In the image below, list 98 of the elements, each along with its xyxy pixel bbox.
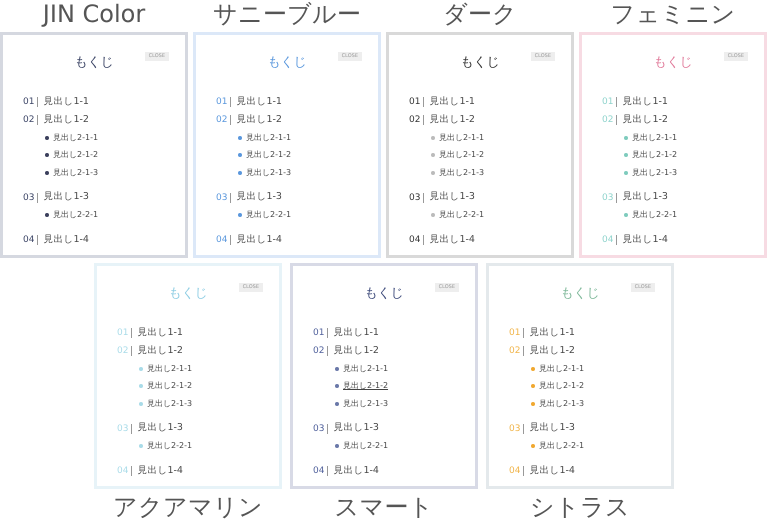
- section-number: 03: [216, 192, 232, 202]
- toc-heading: もくじ: [654, 54, 692, 72]
- toc-link[interactable]: 見出し2-1-3: [439, 166, 484, 179]
- toc-link[interactable]: 見出し1-2: [529, 344, 575, 358]
- toc-heading: もくじ: [74, 54, 114, 72]
- section-number: 02: [602, 115, 618, 125]
- toc-link[interactable]: 見出し1-2: [137, 344, 183, 358]
- toc-link[interactable]: 見出し1-1: [236, 94, 282, 110]
- toc-link[interactable]: 見出し2-1-1: [439, 132, 484, 144]
- toc-link[interactable]: 見出し1-2: [236, 112, 282, 128]
- section-number: 02: [409, 115, 424, 125]
- toc-link[interactable]: 見出し1-1: [43, 94, 89, 110]
- toc-link[interactable]: 見出し2-2-1: [147, 440, 192, 452]
- toc-link[interactable]: 見出し2-1-3: [343, 398, 388, 410]
- toc-link[interactable]: 見出し1-4: [333, 464, 379, 478]
- toc-link[interactable]: 見出し2-2-1: [246, 209, 292, 222]
- toc-link[interactable]: 見出し1-3: [333, 421, 379, 436]
- toc-link[interactable]: 見出し1-2: [429, 112, 475, 128]
- section-number: 01: [409, 97, 424, 107]
- toc-link[interactable]: 見出し2-1-2: [246, 149, 292, 162]
- toc-link[interactable]: 見出し2-2-1: [632, 209, 678, 222]
- section-number: 01: [509, 328, 524, 338]
- toc-link[interactable]: 見出し1-3: [43, 190, 89, 205]
- toc-link[interactable]: 見出し1-3: [236, 190, 282, 205]
- toc-link[interactable]: 見出し2-1-1: [343, 362, 388, 375]
- toc-link[interactable]: 見出し1-4: [137, 464, 183, 478]
- toc-heading: もくじ: [560, 285, 600, 304]
- toc-link[interactable]: 見出し1-3: [529, 421, 575, 436]
- toc-heading: もくじ: [364, 285, 404, 304]
- toc-link[interactable]: 見出し1-1: [333, 326, 379, 340]
- section-number: 04: [602, 235, 618, 245]
- section-number: 01: [23, 97, 38, 107]
- theme-name: アクアマリン: [113, 493, 263, 521]
- toc-link[interactable]: 見出し1-3: [622, 190, 668, 205]
- toc-link[interactable]: 見出し1-4: [236, 232, 282, 248]
- section-number: 02: [313, 346, 328, 356]
- theme-name: シトラス: [530, 493, 630, 521]
- toc-link[interactable]: 見出し2-1-1: [53, 132, 98, 144]
- theme-name: サニーブルー: [213, 0, 361, 28]
- section-number: 04: [509, 466, 524, 476]
- toc-link[interactable]: 見出し2-1-2: [632, 149, 678, 162]
- toc-link[interactable]: 見出し1-1: [529, 326, 575, 340]
- theme-name: スマート: [334, 493, 434, 521]
- theme-name: フェミニン: [610, 0, 736, 28]
- toc-link[interactable]: 見出し2-2-1: [439, 209, 484, 222]
- toc-link[interactable]: 見出し2-2-1: [343, 440, 388, 452]
- toc-link[interactable]: 見出し2-1-2: [147, 380, 192, 392]
- section-number: 03: [23, 192, 38, 202]
- section-number: 03: [313, 424, 328, 434]
- toc-link[interactable]: 見出し2-1-2: [439, 149, 484, 162]
- section-number: 01: [602, 97, 618, 107]
- toc-heading: もくじ: [268, 54, 306, 72]
- toc-link[interactable]: 見出し2-1-3: [246, 166, 292, 179]
- theme-name: JIN Color: [42, 0, 146, 28]
- section-number: 03: [409, 192, 424, 202]
- section-number: 03: [602, 192, 618, 202]
- toc-heading: もくじ: [460, 54, 500, 72]
- toc-link[interactable]: 見出し2-1-2: [343, 380, 388, 392]
- section-number: 02: [509, 346, 524, 356]
- toc-link[interactable]: 見出し1-1: [429, 94, 475, 110]
- theme-name: ダーク: [443, 0, 517, 28]
- toc-link[interactable]: 見出し2-1-3: [539, 398, 584, 410]
- toc-link[interactable]: 見出し1-2: [333, 344, 379, 358]
- toc-link[interactable]: 見出し1-4: [429, 232, 475, 248]
- toc-link[interactable]: 見出し1-2: [43, 112, 89, 128]
- toc-link[interactable]: 見出し2-1-2: [53, 149, 98, 162]
- section-number: 03: [509, 424, 524, 434]
- section-number: 02: [216, 115, 232, 125]
- section-number: 01: [313, 328, 328, 338]
- toc-link[interactable]: 見出し2-1-3: [632, 166, 678, 179]
- toc-link[interactable]: 見出し1-4: [43, 232, 89, 248]
- toc-link[interactable]: 見出し2-2-1: [539, 440, 584, 452]
- toc-link[interactable]: 見出し1-4: [529, 464, 575, 478]
- toc-link[interactable]: 見出し1-2: [622, 112, 668, 128]
- section-number: 02: [117, 346, 132, 356]
- section-number: 01: [117, 328, 132, 338]
- section-number: 04: [313, 466, 328, 476]
- toc-link[interactable]: 見出し2-2-1: [53, 209, 98, 222]
- section-number: 04: [409, 235, 424, 245]
- toc-link[interactable]: 見出し2-1-1: [147, 362, 192, 375]
- section-number: 03: [117, 424, 132, 434]
- toc-link[interactable]: 見出し2-1-3: [147, 398, 192, 410]
- toc-link[interactable]: 見出し1-1: [137, 326, 183, 340]
- toc-link[interactable]: 見出し1-3: [429, 190, 475, 205]
- toc-link[interactable]: 見出し2-1-2: [539, 380, 584, 392]
- toc-link[interactable]: 見出し2-1-1: [632, 132, 678, 144]
- toc-link[interactable]: 見出し1-4: [622, 232, 668, 248]
- toc-link[interactable]: 見出し2-1-3: [53, 166, 98, 179]
- section-number: 02: [23, 115, 38, 125]
- toc-link[interactable]: 見出し2-1-1: [539, 362, 584, 375]
- toc-heading: もくじ: [168, 285, 208, 304]
- section-number: 04: [216, 235, 232, 245]
- section-number: 01: [216, 97, 232, 107]
- toc-link[interactable]: 見出し2-1-1: [246, 132, 292, 144]
- section-number: 04: [117, 466, 132, 476]
- toc-link[interactable]: 見出し1-3: [137, 421, 183, 436]
- section-number: 04: [23, 235, 38, 245]
- toc-link[interactable]: 見出し1-1: [622, 94, 668, 110]
